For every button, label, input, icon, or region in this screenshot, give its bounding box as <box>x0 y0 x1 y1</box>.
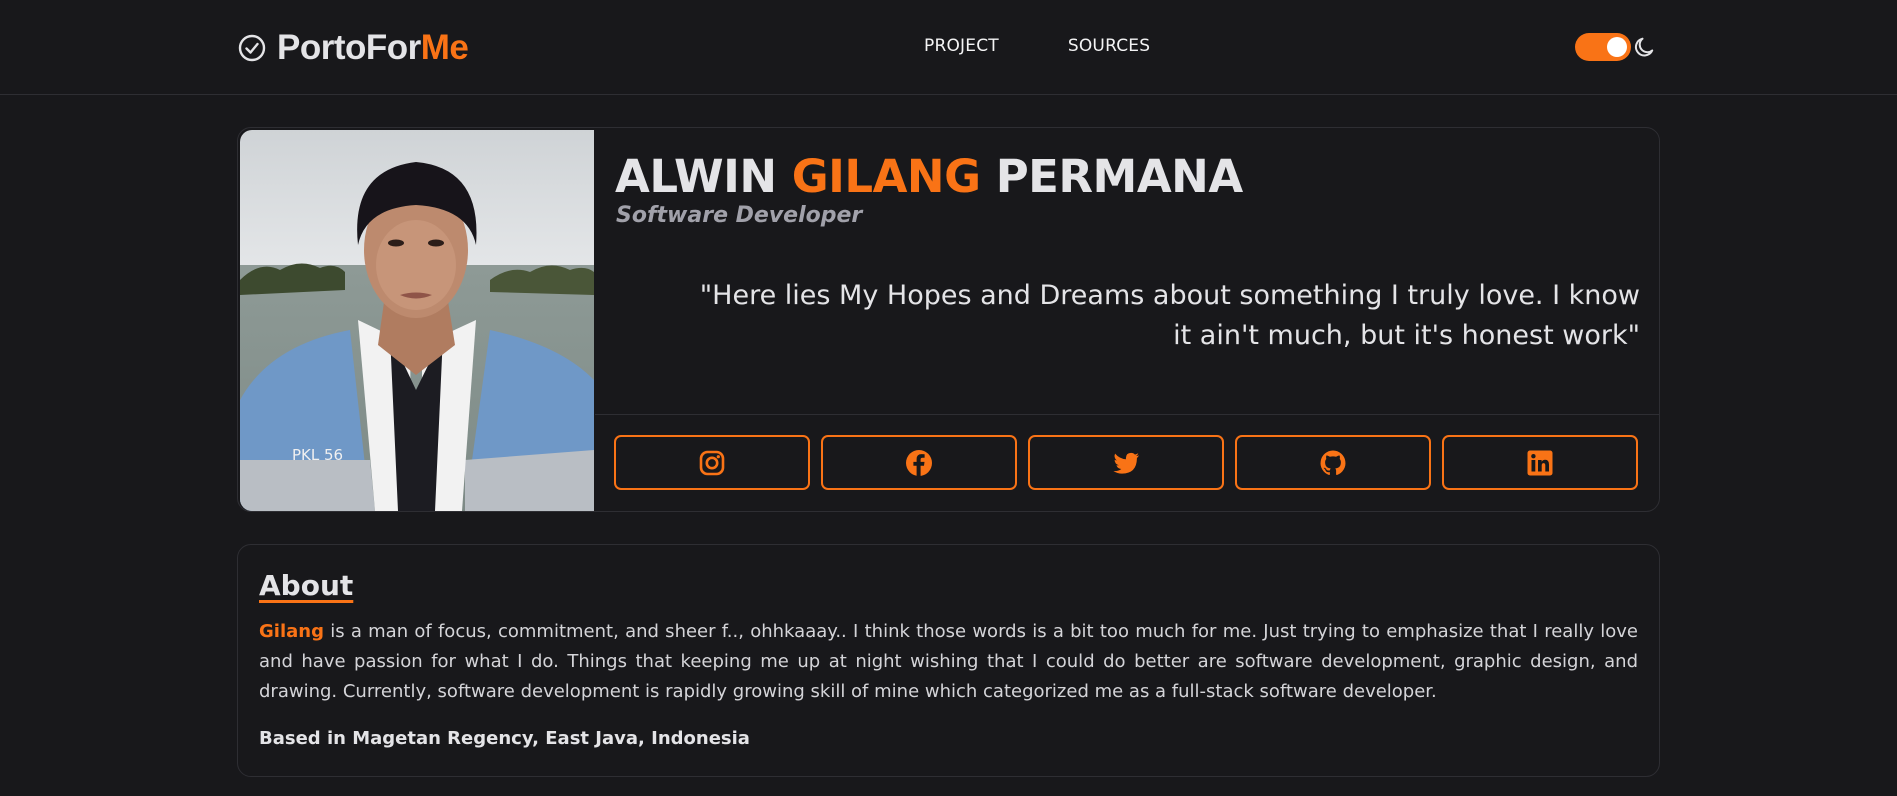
brand-name-main: PortoFor <box>277 28 421 67</box>
social-divider <box>595 414 1659 415</box>
github-button[interactable] <box>1235 435 1431 490</box>
about-highlight-name: Gilang <box>259 621 324 642</box>
nav-link-project[interactable]: PROJECT <box>924 36 999 56</box>
github-icon <box>1320 450 1346 475</box>
check-circle-icon <box>238 34 266 62</box>
navbar: PortoForMe PROJECT SOURCES <box>0 0 1897 95</box>
facebook-button[interactable] <box>821 435 1017 490</box>
instagram-icon <box>699 450 725 475</box>
toggle-knob <box>1607 37 1627 57</box>
moon-icon <box>1634 37 1654 57</box>
nav-link-sources[interactable]: SOURCES <box>1068 36 1150 56</box>
about-card: About Gilang is a man of focus, commitme… <box>237 544 1660 777</box>
about-location: Based in Magetan Regency, East Java, Ind… <box>259 728 750 749</box>
profile-role: Software Developer <box>616 203 863 228</box>
about-title: About <box>259 569 354 602</box>
about-text: Gilang is a man of focus, commitment, an… <box>259 617 1638 707</box>
profile-middle-name: GILANG <box>791 150 981 203</box>
linkedin-icon <box>1527 450 1553 475</box>
profile-card: PKL 56 ALWIN GILANG PERMANA Software Dev… <box>237 127 1660 512</box>
theme-toggle-switch[interactable] <box>1575 33 1631 61</box>
social-links <box>614 435 1638 490</box>
about-body: is a man of focus, commitment, and sheer… <box>259 621 1638 702</box>
linkedin-button[interactable] <box>1442 435 1638 490</box>
profile-photo: PKL 56 <box>240 130 594 511</box>
brand-name-accent: Me <box>420 28 469 67</box>
photo-badge-text: PKL 56 <box>292 446 343 464</box>
profile-name: ALWIN GILANG PERMANA <box>615 150 1243 203</box>
profile-first-name: ALWIN <box>615 150 777 203</box>
instagram-button[interactable] <box>614 435 810 490</box>
brand-name: PortoForMe <box>277 28 469 68</box>
profile-quote: "Here lies My Hopes and Dreams about som… <box>699 280 1640 351</box>
brand-logo-link[interactable]: PortoForMe <box>237 28 469 68</box>
nav-links: PROJECT SOURCES <box>924 36 1150 56</box>
twitter-button[interactable] <box>1028 435 1224 490</box>
facebook-icon <box>906 449 932 476</box>
profile-last-name: PERMANA <box>995 150 1243 203</box>
twitter-icon <box>1113 452 1139 474</box>
